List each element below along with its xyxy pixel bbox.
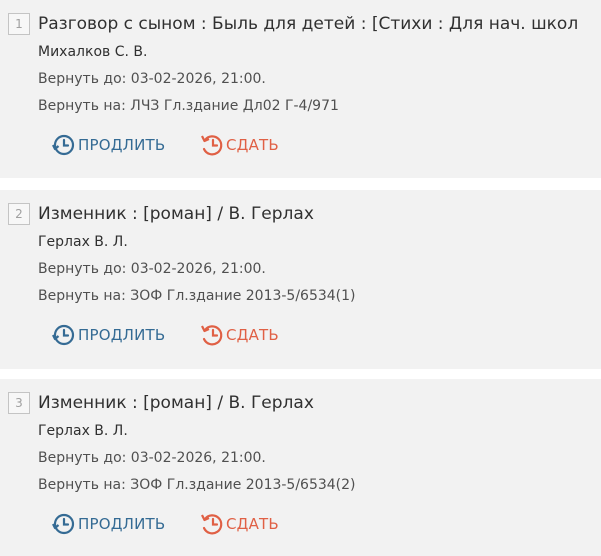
item-number: 1: [8, 13, 30, 35]
item-title[interactable]: Разговор с сыном : Быль для детей : [Сти…: [38, 14, 578, 34]
renew-label: ПРОДЛИТЬ: [78, 515, 166, 533]
clock-forward-icon: [51, 511, 78, 537]
item-number: 3: [8, 392, 30, 414]
item-title[interactable]: Изменник : [роман] / В. Герлах: [38, 393, 314, 413]
item-title[interactable]: Изменник : [роман] / В. Герлах: [38, 204, 314, 224]
return-button[interactable]: СДАТЬ: [199, 131, 279, 159]
return-location: Вернуть на: ЗОФ Гл.здание 2013-5/6534(2): [38, 477, 356, 493]
renew-button[interactable]: ПРОДЛИТЬ: [51, 131, 165, 159]
renew-button[interactable]: ПРОДЛИТЬ: [51, 510, 165, 538]
renew-label: ПРОДЛИТЬ: [78, 136, 166, 154]
clock-forward-icon: [51, 322, 78, 348]
item-author: Герлах В. Л.: [38, 234, 128, 250]
loan-item: 3 Изменник : [роман] / В. Герлах Герлах …: [0, 379, 601, 556]
clock-forward-icon: [51, 132, 78, 158]
renew-label: ПРОДЛИТЬ: [78, 326, 166, 344]
renew-button[interactable]: ПРОДЛИТЬ: [51, 321, 165, 349]
history-back-icon: [199, 322, 226, 348]
return-label: СДАТЬ: [226, 515, 279, 533]
loan-list: 1 Разговор с сыном : Быль для детей : [С…: [0, 0, 601, 556]
due-date: Вернуть до: 03-02-2026, 21:00.: [38, 261, 266, 277]
return-location: Вернуть на: ЛЧЗ Гл.здание Дл02 Г-4/971: [38, 98, 339, 114]
due-date: Вернуть до: 03-02-2026, 21:00.: [38, 450, 266, 466]
item-number: 2: [8, 203, 30, 225]
loan-item: 1 Разговор с сыном : Быль для детей : [С…: [0, 0, 601, 178]
return-location: Вернуть на: ЗОФ Гл.здание 2013-5/6534(1): [38, 288, 356, 304]
return-button[interactable]: СДАТЬ: [199, 510, 279, 538]
return-label: СДАТЬ: [226, 326, 279, 344]
item-author: Михалков С. В.: [38, 44, 148, 60]
return-label: СДАТЬ: [226, 136, 279, 154]
loan-item: 2 Изменник : [роман] / В. Герлах Герлах …: [0, 190, 601, 369]
return-button[interactable]: СДАТЬ: [199, 321, 279, 349]
history-back-icon: [199, 511, 226, 537]
history-back-icon: [199, 132, 226, 158]
item-author: Герлах В. Л.: [38, 423, 128, 439]
due-date: Вернуть до: 03-02-2026, 21:00.: [38, 71, 266, 87]
